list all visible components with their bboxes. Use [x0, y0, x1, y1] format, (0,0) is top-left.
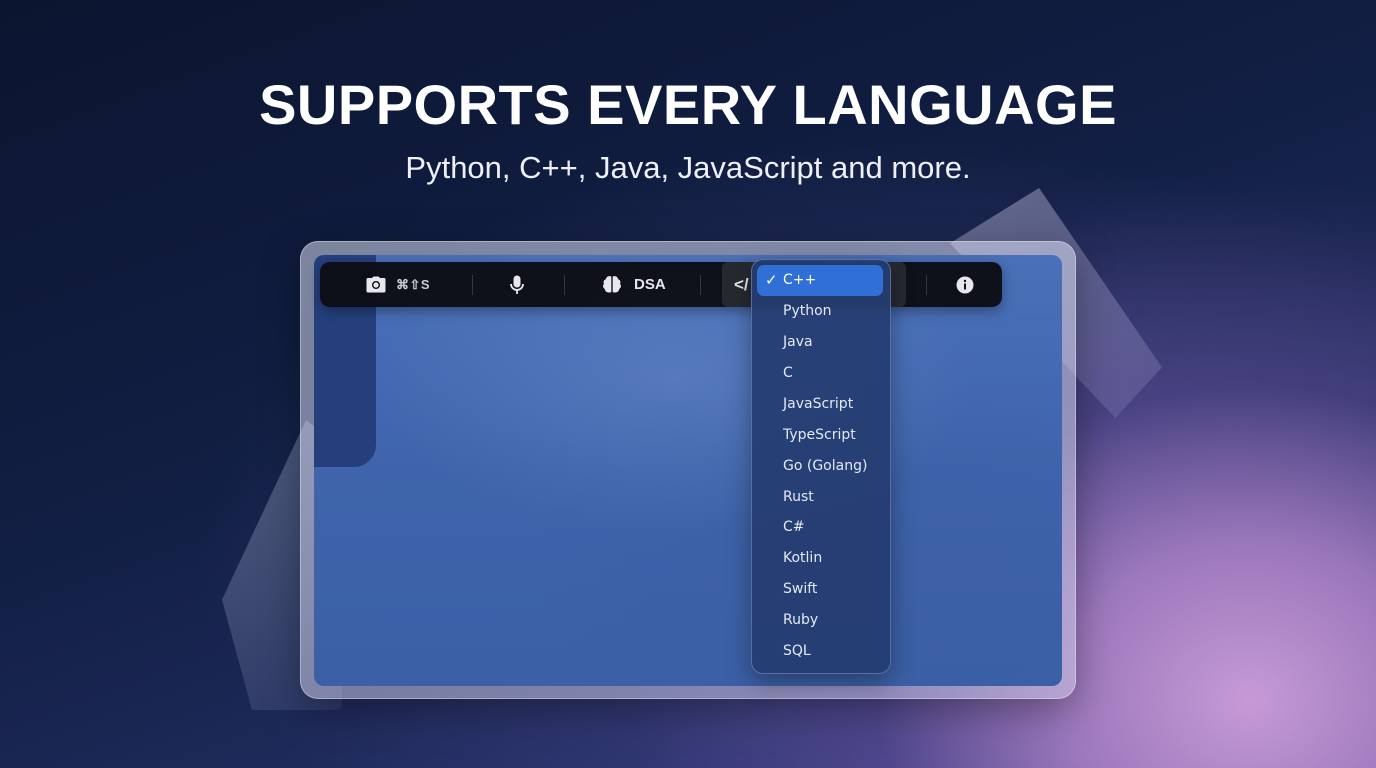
- language-option[interactable]: SQL: [783, 637, 811, 665]
- info-icon: [956, 276, 974, 294]
- toolbar-divider: [564, 275, 565, 295]
- camera-icon: [366, 276, 386, 293]
- dsa-label: DSA: [634, 276, 666, 293]
- language-option[interactable]: Java: [783, 328, 813, 356]
- language-option[interactable]: Swift: [783, 575, 817, 603]
- toolbar-divider: [472, 275, 473, 295]
- toolbar-divider: [926, 275, 927, 295]
- overlay-toolbar: ⌘⇧S DSA </: [320, 262, 1002, 307]
- language-option[interactable]: C: [783, 359, 793, 387]
- app-window-frame: [300, 241, 1076, 699]
- language-option[interactable]: Kotlin: [783, 544, 822, 572]
- code-icon: </: [734, 274, 749, 294]
- microphone-icon: [510, 275, 524, 295]
- hero-title: SUPPORTS EVERY LANGUAGE: [259, 73, 1117, 136]
- language-option[interactable]: TypeScript: [783, 421, 856, 449]
- language-option[interactable]: JavaScript: [783, 390, 853, 418]
- info-button[interactable]: [956, 262, 974, 307]
- language-option-selected[interactable]: ✓ C++: [757, 265, 883, 296]
- toolbar-divider: [700, 275, 701, 295]
- language-option[interactable]: Python: [783, 297, 832, 325]
- screenshot-shortcut: ⌘⇧S: [396, 276, 431, 292]
- checkmark-icon: ✓: [765, 271, 778, 289]
- screenshot-button[interactable]: ⌘⇧S: [366, 262, 430, 307]
- brain-icon: [602, 275, 622, 294]
- app-screen: [314, 255, 1062, 686]
- language-option[interactable]: C#: [783, 513, 805, 541]
- hero-subtitle: Python, C++, Java, JavaScript and more.: [405, 150, 971, 185]
- voice-button[interactable]: [510, 262, 524, 307]
- language-option[interactable]: Ruby: [783, 606, 818, 634]
- language-dropdown-menu: ✓ C++ Python Java C JavaScript TypeScrip…: [751, 259, 891, 674]
- dsa-mode-button[interactable]: DSA: [602, 262, 666, 307]
- language-option-label: C++: [783, 272, 817, 288]
- language-option[interactable]: Go (Golang): [783, 452, 867, 480]
- language-option[interactable]: Rust: [783, 483, 814, 511]
